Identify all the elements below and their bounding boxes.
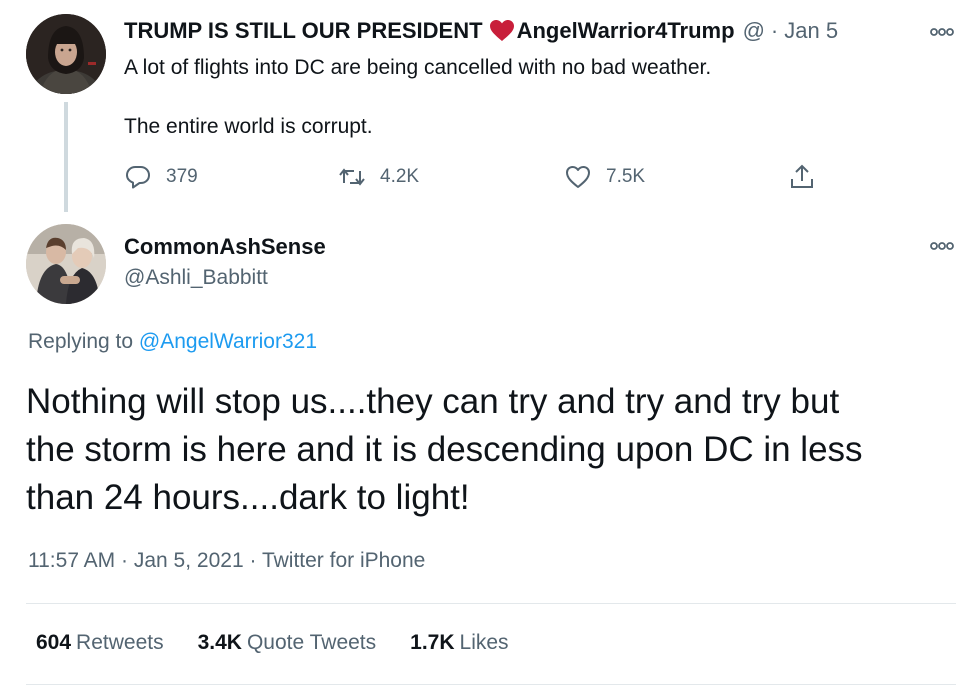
tweet-body-line: than 24 hours....dark to light! bbox=[26, 478, 470, 517]
divider bbox=[26, 684, 956, 685]
separator-dot: · bbox=[249, 549, 257, 572]
tweet-date[interactable]: Jan 5, 2021 bbox=[134, 549, 244, 572]
reply-icon bbox=[126, 166, 150, 189]
tweet-actions: 379 4.2K 7.5K bbox=[124, 160, 844, 194]
like-icon bbox=[566, 166, 590, 188]
tweet-body: Nothing will stop us....they can try and… bbox=[26, 378, 956, 522]
reply-count: 379 bbox=[166, 166, 198, 187]
likes-stat[interactable]: 1.7K Likes bbox=[410, 631, 508, 655]
replying-prefix: Replying to bbox=[28, 330, 134, 353]
quote-tweets-stat[interactable]: 3.4K Quote Tweets bbox=[198, 631, 377, 655]
quote-tweets-count: 3.4K bbox=[197, 631, 242, 654]
display-name[interactable]: TRUMP IS STILL OUR PRESIDENT bbox=[124, 18, 483, 44]
retweets-stat[interactable]: 604 Retweets bbox=[36, 631, 164, 655]
avatar[interactable] bbox=[26, 14, 106, 94]
more-options-icon[interactable] bbox=[926, 22, 958, 42]
tweet-date[interactable]: Jan 5 bbox=[784, 18, 838, 44]
share-icon bbox=[791, 164, 813, 188]
like-button[interactable]: 7.5K bbox=[564, 160, 645, 194]
tweet-source[interactable]: Twitter for iPhone bbox=[262, 549, 425, 572]
tweet-text-line: A lot of flights into DC are being cance… bbox=[124, 56, 712, 79]
tweet-body-line: the storm is here and it is descending u… bbox=[26, 430, 863, 469]
user-handle[interactable]: @Ashli_Babbitt bbox=[124, 266, 268, 290]
more-options-icon[interactable] bbox=[926, 236, 958, 256]
share-button[interactable] bbox=[788, 160, 830, 194]
divider bbox=[26, 603, 956, 604]
thread-connector-line bbox=[64, 102, 68, 212]
quote-tweets-label: Quote Tweets bbox=[246, 631, 377, 654]
tweet-text-line: The entire world is corrupt. bbox=[124, 115, 373, 138]
tweet-stats: 604 Retweets 3.4K Quote Tweets 1.7K Likes bbox=[36, 631, 543, 655]
separator-dot: · bbox=[770, 18, 779, 43]
avatar[interactable] bbox=[26, 224, 106, 304]
likes-label: Likes bbox=[459, 631, 509, 654]
reply-button[interactable]: 379 bbox=[124, 160, 198, 194]
retweet-count: 4.2K bbox=[380, 166, 420, 187]
retweets-label: Retweets bbox=[76, 631, 164, 654]
avatar-photo bbox=[26, 224, 106, 304]
likes-count: 1.7K bbox=[410, 631, 455, 654]
heart-icon bbox=[489, 19, 515, 43]
replying-to: Replying to @AngelWarrior321 bbox=[28, 330, 317, 354]
tweet-thread-page: TRUMP IS STILL OUR PRESIDENT AngelWarrio… bbox=[0, 0, 980, 689]
user-handle[interactable]: @ bbox=[743, 18, 765, 44]
retweets-count: 604 bbox=[36, 631, 72, 654]
retweet-button[interactable]: 4.2K bbox=[338, 160, 419, 194]
tweet-header: TRUMP IS STILL OUR PRESIDENT AngelWarrio… bbox=[124, 16, 838, 46]
retweet-icon bbox=[339, 168, 365, 186]
like-count: 7.5K bbox=[606, 166, 646, 187]
display-name-suffix[interactable]: AngelWarrior4Trump bbox=[517, 18, 735, 44]
avatar-photo bbox=[26, 14, 106, 94]
reply-to-tweet[interactable]: TRUMP IS STILL OUR PRESIDENT AngelWarrio… bbox=[0, 0, 980, 220]
tweet-meta: 11:57 AM · Jan 5, 2021 · Twitter for iPh… bbox=[28, 549, 425, 573]
tweet-time[interactable]: 11:57 AM bbox=[28, 549, 115, 572]
separator-dot: · bbox=[121, 549, 129, 572]
replying-handle-link[interactable]: @AngelWarrior321 bbox=[139, 330, 317, 353]
tweet-body-line: Nothing will stop us....they can try and… bbox=[26, 382, 840, 421]
display-name[interactable]: CommonAshSense bbox=[124, 234, 326, 260]
